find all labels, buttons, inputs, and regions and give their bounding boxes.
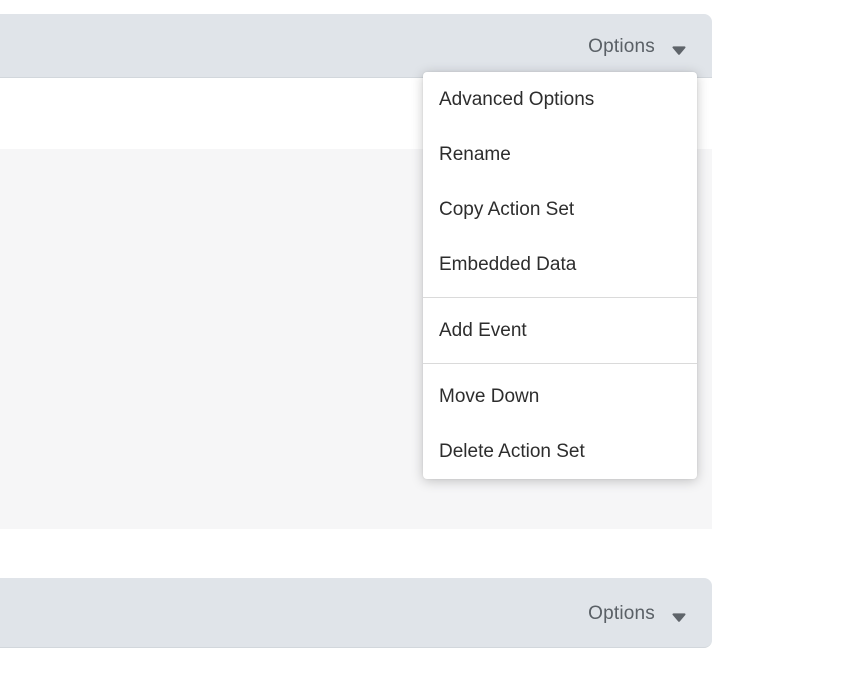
caret-down-icon	[672, 609, 686, 618]
options-button-label: Options	[588, 602, 655, 624]
menu-item-add-event[interactable]: Add Event	[423, 303, 697, 358]
menu-item-rename[interactable]: Rename	[423, 127, 697, 182]
menu-item-embedded-data[interactable]: Embedded Data	[423, 237, 697, 292]
options-button-bottom[interactable]: Options	[588, 602, 686, 624]
options-dropdown-menu: Advanced Options Rename Copy Action Set …	[423, 72, 697, 479]
menu-divider	[423, 297, 697, 298]
caret-down-icon	[672, 42, 686, 51]
menu-item-delete-action-set[interactable]: Delete Action Set	[423, 424, 697, 479]
action-set-1-header: Options	[0, 14, 712, 78]
menu-item-advanced-options[interactable]: Advanced Options	[423, 72, 697, 127]
options-button-label: Options	[588, 35, 655, 57]
action-sets-panel: Options Advanced Options Rename Copy Act…	[0, 0, 850, 700]
options-button-top[interactable]: Options	[588, 35, 686, 57]
menu-item-copy-action-set[interactable]: Copy Action Set	[423, 182, 697, 237]
menu-divider	[423, 363, 697, 364]
menu-item-move-down[interactable]: Move Down	[423, 369, 697, 424]
action-set-2-header: Options	[0, 578, 712, 648]
